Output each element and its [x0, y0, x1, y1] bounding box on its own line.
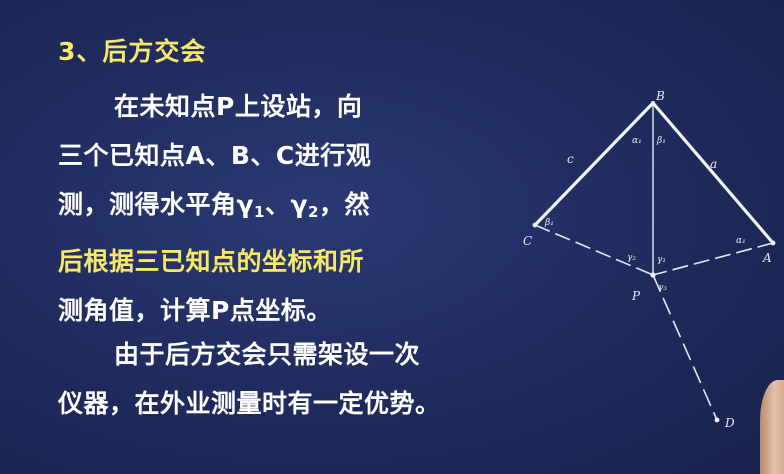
resection-diagram: B C A P D c a α₁ β₁ β₁ α₁ γ₂ γ₁ γ₃ [505, 85, 784, 445]
paragraph-definition-line-2: 三个已知点A、B、C进行观 [58, 141, 372, 170]
line-p-to-a [652, 242, 774, 276]
paragraph-definition-line-3: 测，测得水平角γ1、γ2，然 [58, 180, 371, 237]
point-d-marker [714, 417, 720, 423]
label-side-a: a [710, 157, 717, 171]
slide: 3、后方交会 在未知点P上设站，向 三个已知点A、B、C进行观 测，测得水平角γ… [0, 0, 784, 474]
label-point-p: P [631, 289, 641, 303]
resection-diagram-svg: B C A P D c a α₁ β₁ β₁ α₁ γ₂ γ₁ γ₃ [523, 89, 776, 430]
line-p-to-d [652, 274, 718, 421]
gamma-subscript-2: 2 [308, 203, 319, 221]
paragraph-definition-line-5: 测角值，计算P点坐标。 [58, 296, 332, 325]
paragraph-advantage-line-2: 仪器，在外业测量时有一定优势。 [58, 389, 441, 418]
line-3-part-a: 测，测得水平角γ [58, 190, 255, 219]
label-side-c: c [567, 152, 574, 166]
point-a-marker [770, 240, 776, 246]
paragraph-advantage-line-1: 由于后方交会只需架设一次 [114, 340, 421, 369]
label-point-b: B [655, 89, 665, 103]
gamma-subscript-1: 1 [254, 203, 265, 221]
line-p-to-c [534, 224, 654, 276]
side-c-line [533, 101, 655, 227]
point-p-marker [650, 272, 656, 278]
label-angle-alpha-b: α₁ [632, 136, 642, 146]
slide-title: 3、后方交会 [58, 37, 207, 66]
label-angle-alpha-a: α₁ [736, 236, 746, 246]
point-b-marker [651, 101, 655, 105]
point-c-marker [532, 222, 538, 228]
label-point-c: C [523, 234, 532, 248]
label-angle-gamma-1: γ₁ [657, 255, 666, 265]
label-point-d: D [724, 416, 735, 430]
line-3-part-b: 、γ [264, 190, 308, 219]
label-angle-gamma-3: γ₃ [658, 283, 667, 293]
label-point-a: A [762, 251, 772, 265]
paragraph-advantage: 由于后方交会只需架设一次 仪器，在外业测量时有一定优势。 [58, 330, 441, 428]
label-angle-beta-c: β₁ [544, 218, 554, 228]
presenter-hand [760, 380, 784, 474]
paragraph-definition: 在未知点P上设站，向 三个已知点A、B、C进行观 测，测得水平角γ1、γ2，然 … [58, 82, 371, 335]
label-angle-beta-b: β₁ [656, 136, 666, 146]
line-3-part-c: ，然 [318, 190, 370, 219]
side-a-line [651, 101, 775, 245]
paragraph-definition-line-4: 后根据三已知点的坐标和所 [58, 247, 365, 276]
paragraph-definition-line-1: 在未知点P上设站，向 [114, 92, 363, 121]
label-angle-gamma-2: γ₂ [627, 253, 636, 263]
